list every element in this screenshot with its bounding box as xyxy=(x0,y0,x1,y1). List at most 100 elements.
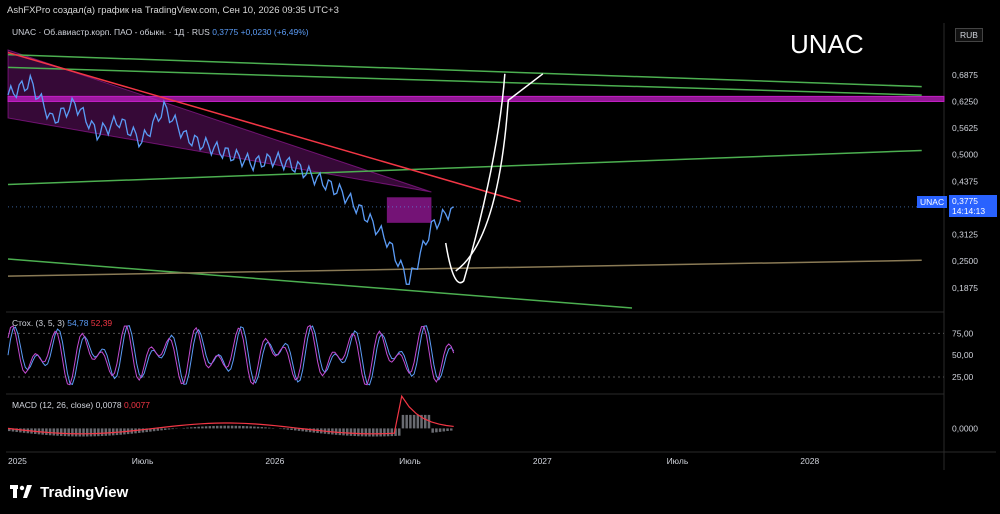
macd-histogram-bar xyxy=(342,428,345,436)
macd-histogram-bar xyxy=(52,428,56,436)
macd-histogram-bar xyxy=(249,426,252,429)
price-tag-ticker: UNAC xyxy=(917,196,948,208)
consolidation-box xyxy=(386,197,432,223)
macd-histogram-bar xyxy=(167,428,171,430)
macd-histogram-bar xyxy=(360,428,364,437)
macd-histogram-bar xyxy=(338,428,342,436)
macd-label: MACD (12, 26, close) xyxy=(12,400,94,410)
macd-histogram-bar xyxy=(56,428,59,436)
price-tag-value: 0,3775 14:14:13 xyxy=(949,195,997,217)
currency-button[interactable]: RUB xyxy=(955,28,983,42)
macd-histogram-bar xyxy=(223,425,226,429)
macd-histogram-bar xyxy=(372,428,375,437)
macd-histogram-bar xyxy=(401,414,405,429)
macd-histogram-bar xyxy=(383,428,386,437)
macd-histogram-bar xyxy=(160,428,163,431)
macd-histogram-bar xyxy=(212,425,215,429)
macd-legend[interactable]: MACD (12, 26, close) 0,0078 0,0077 xyxy=(12,400,150,410)
stoch-legend[interactable]: Стох. (3, 5, 3) 54,78 52,39 xyxy=(12,318,112,328)
footer-brand[interactable]: TradingView xyxy=(10,484,128,502)
time-tick-label: 2025 xyxy=(8,456,27,466)
price-tick-label: 0,6875 xyxy=(952,70,978,80)
macd-histogram-bar xyxy=(204,426,208,429)
macd-histogram-bar xyxy=(349,428,353,436)
last-value: 0,3775 xyxy=(212,27,239,37)
macd-histogram-bar xyxy=(379,428,382,437)
macd-histogram-bar xyxy=(264,427,267,429)
time-tick-label: 2027 xyxy=(533,456,552,466)
price-tick-label: 0,3125 xyxy=(952,230,978,240)
macd-histogram-bar xyxy=(60,428,63,436)
macd-histogram-bar xyxy=(108,428,111,436)
macd-histogram-bar xyxy=(390,428,394,437)
macd-value: 0,0078 xyxy=(95,400,122,410)
macd-histogram-bar xyxy=(82,428,85,437)
macd-histogram-bar xyxy=(186,427,189,429)
macd-histogram-bar xyxy=(197,426,200,429)
stoch-label: Стох. (3, 5, 3) xyxy=(12,318,65,328)
macd-histogram-bar xyxy=(97,428,100,437)
macd-histogram-bar xyxy=(238,425,241,429)
macd-histogram-bar xyxy=(431,428,434,433)
price-tick-label: 0,5000 xyxy=(952,150,978,160)
macd-histogram-bar xyxy=(405,414,408,429)
price-tag-price: 0,3775 xyxy=(952,196,978,206)
time-tick-label: 2028 xyxy=(800,456,819,466)
macd-histogram-bar xyxy=(78,428,82,437)
macd-histogram-bar xyxy=(45,428,48,435)
macd-histogram-bar xyxy=(171,428,174,430)
macd-histogram-bar xyxy=(424,414,427,429)
macd-histogram-bar xyxy=(104,428,108,436)
macd-histogram-bar xyxy=(253,426,256,429)
main-legend[interactable]: UNAC · Об.авиастр.корп. ПАО - обыкн. · 1… xyxy=(12,27,309,37)
macd-histogram-bar xyxy=(398,428,401,436)
last-price-tag: UNAC 0,3775 14:14:13 xyxy=(917,195,997,217)
macd-histogram-bar xyxy=(450,428,453,431)
macd-histogram-bar xyxy=(216,425,219,429)
macd-histogram-bar xyxy=(412,414,416,429)
stoch-tick-label: 25,00 xyxy=(952,372,974,382)
macd-histogram-bar xyxy=(294,428,297,431)
macd-histogram-bar xyxy=(386,428,390,437)
price-tick-label: 0,4375 xyxy=(952,176,978,186)
price-tick-label: 0,6250 xyxy=(952,96,978,106)
projection-arrow-1 xyxy=(444,73,506,284)
change-value: +0,0230 (+6,49%) xyxy=(240,27,309,37)
macd-histogram-bar xyxy=(190,427,193,429)
macd-histogram-bar xyxy=(227,425,230,429)
macd-histogram-bar xyxy=(164,428,167,430)
macd-histogram-bar xyxy=(208,426,212,429)
macd-histogram-bar xyxy=(286,428,290,430)
macd-signal-value: 0,0077 xyxy=(124,400,150,410)
macd-histogram-bar xyxy=(435,428,438,433)
macd-histogram-bar xyxy=(438,428,442,432)
macd-histogram-bar xyxy=(71,428,74,437)
macd-histogram-bar xyxy=(219,425,223,429)
chart-area[interactable]: 0,6875 0,6250 0,5625 0,5000 0,4375 0,3125 0,25… xyxy=(0,0,1000,514)
stoch-k-value: 54,78 xyxy=(67,318,89,328)
macd-histogram-bar xyxy=(282,428,286,430)
green-middle-trendline xyxy=(7,149,922,186)
macd-histogram-bar xyxy=(86,428,89,437)
macd-histogram-bar xyxy=(48,428,52,436)
price-tag-countdown: 14:14:13 xyxy=(952,206,986,216)
projection-arrow-2 xyxy=(455,73,544,272)
macd-histogram-bar xyxy=(74,428,78,437)
stoch-d-value: 52,39 xyxy=(90,318,113,328)
price-tick-label: 0,1875 xyxy=(952,283,978,293)
symbol-description: UNAC · Об.авиастр.корп. ПАО - обыкн. · 1… xyxy=(12,27,210,37)
big-ticker-label: UNAC xyxy=(790,29,864,59)
price-tick-label: 0,5625 xyxy=(952,123,978,133)
macd-histogram-bar xyxy=(357,428,360,437)
stoch-tick-label: 50,00 xyxy=(952,350,974,360)
macd-histogram-bar xyxy=(193,427,197,429)
brand-name: TradingView xyxy=(40,484,129,501)
macd-histogram-bar xyxy=(442,428,446,432)
macd-histogram-bar xyxy=(156,428,160,431)
macd-tick-label: 0,0000 xyxy=(952,423,978,433)
stoch-tick-label: 75,00 xyxy=(952,328,974,338)
macd-histogram-bar xyxy=(234,425,238,429)
macd-histogram-bar xyxy=(290,428,293,431)
macd-histogram-bar xyxy=(260,427,264,429)
macd-histogram-bar xyxy=(100,428,104,437)
